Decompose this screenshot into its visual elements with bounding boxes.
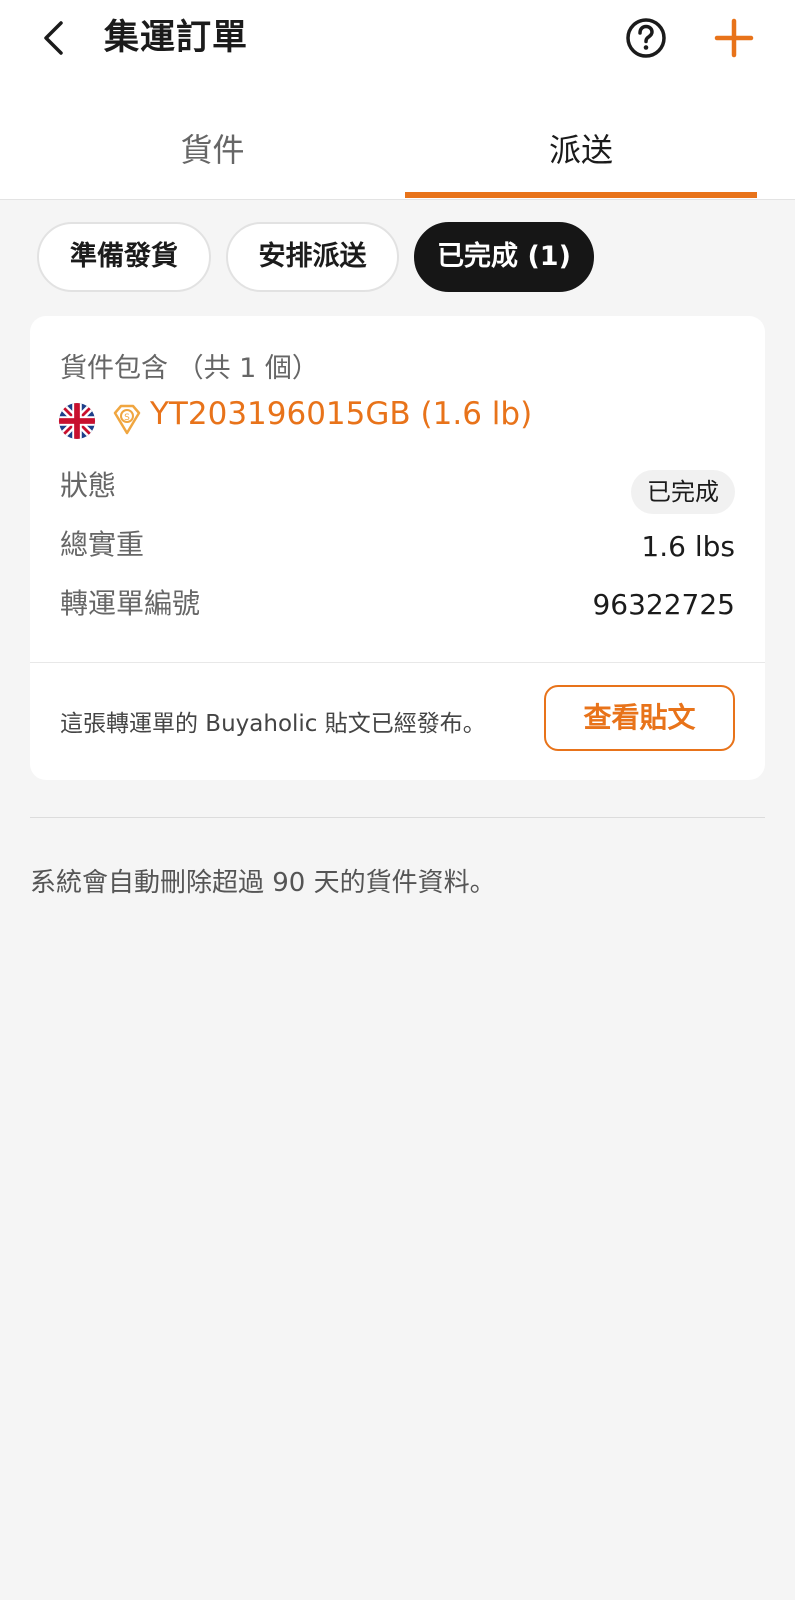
page-title: 集運訂單 [104,18,249,58]
add-order-button[interactable] [708,12,760,64]
filter-ready-to-ship[interactable]: 準備發貨 [37,222,211,292]
status-label: 狀態 [60,469,117,502]
filter-arrange-delivery[interactable]: 安排派送 [226,222,399,292]
question-circle-icon [626,18,666,58]
order-card: 貨件包含 （共 1 個） S YT203196015GB (1.6 lb) 狀態… [30,316,765,780]
post-published-notice: 這張轉運單的 Buyaholic 貼文已經發布。 [60,711,486,737]
s-diamond-badge-icon: S [113,404,141,435]
shipment-number-label: 轉運單編號 [60,587,201,620]
goods-count-title: 貨件包含 （共 1 個） [60,353,319,384]
view-post-button[interactable]: 查看貼文 [544,685,735,751]
active-tab-indicator [405,192,757,198]
tab-goods[interactable]: 貨件 [20,120,405,180]
plus-icon [714,18,754,58]
total-weight-value: 1.6 lbs [641,530,735,563]
help-button[interactable] [622,14,670,62]
card-divider [30,662,765,663]
app-header: 集運訂單 貨件 派送 [0,0,795,200]
filter-completed[interactable]: 已完成 (1) [414,222,594,292]
tracking-number[interactable]: YT203196015GB (1.6 lb) [150,396,532,432]
status-badge: 已完成 [631,470,735,514]
uk-flag-icon [58,402,96,440]
shipment-number-value: 96322725 [592,588,735,621]
chevron-left-icon [44,21,63,55]
auto-delete-note: 系統會自動刪除超過 90 天的貨件資料。 [30,868,496,898]
page-divider [30,817,765,818]
back-button[interactable] [30,14,78,62]
total-weight-label: 總實重 [60,528,145,561]
tab-delivery[interactable]: 派送 [405,120,757,180]
svg-text:S: S [124,413,130,423]
